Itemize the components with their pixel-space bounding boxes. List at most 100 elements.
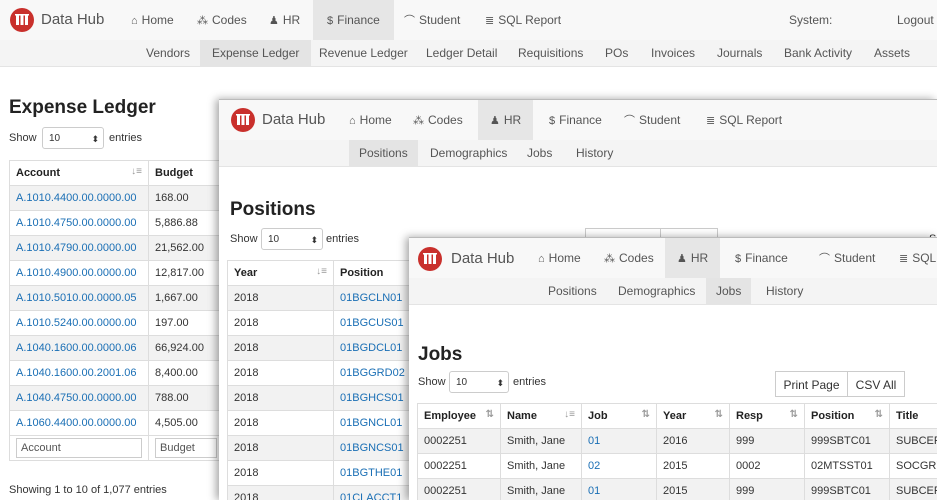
subnav-ledger-detail[interactable]: Ledger Detail (426, 40, 497, 66)
nav-home[interactable]: ⌂Home (125, 0, 180, 40)
logo-icon[interactable] (231, 108, 255, 132)
csv-all-button[interactable]: CSV All (847, 371, 905, 397)
title-cell: SUBCER (890, 479, 937, 500)
graduation-cap-icon: ⌒ (819, 239, 830, 279)
subnav-demographics[interactable]: Demographics (618, 278, 695, 304)
subnav-expense-ledger[interactable]: Expense Ledger (200, 40, 311, 66)
subnav-jobs[interactable]: Jobs (527, 140, 552, 166)
subnav-invoices[interactable]: Invoices (651, 40, 695, 66)
nav-home[interactable]: ⌂Home (343, 100, 398, 140)
show-label: Show (9, 132, 37, 144)
column-header-year[interactable]: Year⇅ (657, 404, 730, 429)
account-link[interactable]: A.1040.1600.00.2001.06 (10, 361, 149, 386)
subnav-jobs[interactable]: Jobs (706, 278, 751, 304)
column-header-name[interactable]: Name↓≡ (501, 404, 582, 429)
account-link[interactable]: A.1010.5240.00.0000.00 (10, 311, 149, 336)
column-header-year[interactable]: Year↓≡ (228, 261, 334, 286)
nav-sql-report[interactable]: ≣SQL Report (893, 238, 937, 278)
subnav-demographics[interactable]: Demographics (430, 140, 507, 166)
nav-student[interactable]: ⌒Student (398, 0, 466, 40)
nav-finance[interactable]: $Finance (313, 0, 394, 40)
table-row: 0002251 Smith, Jane 01 2016 999 999SBTC0… (418, 429, 937, 454)
list-icon: ≣ (899, 239, 908, 279)
nav-hr[interactable]: ♟HR (263, 0, 306, 40)
subnav-assets[interactable]: Assets (874, 40, 910, 66)
job-link[interactable]: 01 (582, 429, 657, 454)
subnav-history[interactable]: History (766, 278, 803, 304)
page-title: Expense Ledger (9, 97, 156, 119)
employee-cell: 0002251 (418, 429, 501, 454)
subnav-history[interactable]: History (576, 140, 613, 166)
subnav-journals[interactable]: Journals (717, 40, 762, 66)
list-icon: ≣ (706, 101, 715, 141)
nav-sql-report[interactable]: ≣SQL Report (479, 0, 567, 40)
show-label: Show (418, 376, 446, 388)
year-cell: 2018 (228, 436, 334, 461)
logo-icon[interactable] (10, 8, 34, 32)
nav-sql-report[interactable]: ≣SQL Report (700, 100, 788, 140)
subnav-requisitions[interactable]: Requisitions (518, 40, 583, 66)
account-link[interactable]: A.1040.4750.00.0000.00 (10, 386, 149, 411)
home-icon: ⌂ (538, 239, 545, 279)
column-header-employee[interactable]: Employee⇅ (418, 404, 501, 429)
account-link[interactable]: A.1010.4750.00.0000.00 (10, 211, 149, 236)
subnav-positions[interactable]: Positions (349, 140, 418, 166)
year-cell: 2018 (228, 311, 334, 336)
nav-hr[interactable]: ♟HR (665, 238, 720, 278)
subnav-bank-activity[interactable]: Bank Activity (784, 40, 852, 66)
subnav-pos[interactable]: POs (605, 40, 628, 66)
account-filter-input[interactable]: Account (16, 438, 142, 458)
sort-asc-icon: ↓≡ (131, 166, 142, 177)
entries-select[interactable]: 10⬍ (42, 127, 104, 149)
column-header-resp[interactable]: Resp⇅ (730, 404, 805, 429)
nav-hr[interactable]: ♟HR (478, 100, 533, 140)
nav-codes[interactable]: ⁂Codes (598, 238, 660, 278)
nav-home[interactable]: ⌂Home (532, 238, 587, 278)
sort-asc-icon: ↓≡ (564, 409, 575, 420)
budget-filter-input[interactable]: Budget (155, 438, 217, 458)
account-link[interactable]: A.1040.1600.00.0000.06 (10, 336, 149, 361)
entries-select[interactable]: 10⬍ (449, 371, 509, 393)
nav-student[interactable]: ⌒Student (618, 100, 686, 140)
logout-link[interactable]: Logout (897, 0, 934, 40)
subnav-vendors[interactable]: Vendors (146, 40, 190, 66)
brand-name[interactable]: Data Hub (451, 250, 514, 267)
column-header-budget[interactable]: Budget (149, 161, 224, 186)
jobs-window: Data Hub ⌂Home ⁂Codes ♟HR $Finance ⌒Stud… (409, 237, 937, 500)
brand-name[interactable]: Data Hub (41, 11, 104, 28)
subnav-positions[interactable]: Positions (548, 278, 597, 304)
users-icon: ♟ (677, 239, 687, 279)
job-link[interactable]: 02 (582, 454, 657, 479)
budget-cell: 788.00 (149, 386, 224, 411)
column-header-job[interactable]: Job⇅ (582, 404, 657, 429)
table-row: A.1040.1600.00.0000.0666,924.00 (10, 336, 224, 361)
logo-icon[interactable] (418, 247, 442, 271)
page-title: Positions (230, 199, 316, 221)
nav-finance[interactable]: $Finance (543, 100, 608, 140)
account-link[interactable]: A.1010.4790.00.0000.00 (10, 236, 149, 261)
entries-select[interactable]: 10⬍ (261, 228, 323, 250)
sitemap-icon: ⁂ (197, 1, 208, 41)
budget-cell: 5,886.88 (149, 211, 224, 236)
position-cell: 999SBTC01 (805, 479, 890, 500)
nav-codes[interactable]: ⁂Codes (407, 100, 469, 140)
nav-codes[interactable]: ⁂Codes (191, 0, 253, 40)
budget-cell: 168.00 (149, 186, 224, 211)
nav-finance[interactable]: $Finance (729, 238, 794, 278)
job-link[interactable]: 01 (582, 479, 657, 500)
sort-icon: ⇅ (790, 409, 798, 420)
account-link[interactable]: A.1010.5010.00.0000.05 (10, 286, 149, 311)
brand-name[interactable]: Data Hub (262, 111, 325, 128)
column-header-account[interactable]: Account↓≡ (10, 161, 149, 186)
table-row: 201801BGNCS01 (228, 436, 427, 461)
column-header-title[interactable]: Title (890, 404, 937, 429)
column-header-position[interactable]: Position⇅ (805, 404, 890, 429)
budget-cell: 8,400.00 (149, 361, 224, 386)
nav-student[interactable]: ⌒Student (813, 238, 881, 278)
year-cell: 2016 (657, 429, 730, 454)
account-link[interactable]: A.1010.4900.00.0000.00 (10, 261, 149, 286)
subnav-revenue-ledger[interactable]: Revenue Ledger (319, 40, 408, 66)
account-link[interactable]: A.1060.4400.00.0000.00 (10, 411, 149, 436)
account-link[interactable]: A.1010.4400.00.0000.00 (10, 186, 149, 211)
print-page-button[interactable]: Print Page (775, 371, 848, 397)
